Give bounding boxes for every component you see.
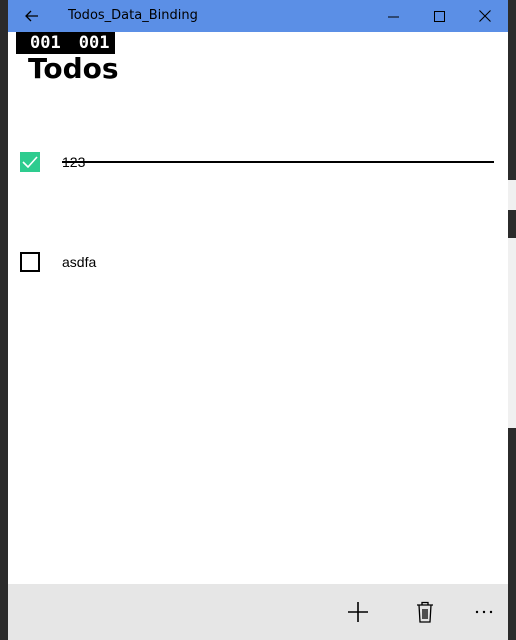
background-left-strip — [0, 0, 8, 640]
add-icon — [348, 602, 368, 622]
frame-rate-counter: 001 001 — [16, 32, 116, 54]
more-button[interactable] — [464, 592, 504, 632]
checkmark-icon — [22, 156, 38, 168]
strikethrough-line — [62, 161, 494, 163]
page-title: Todos — [28, 52, 119, 85]
maximize-icon — [433, 10, 445, 22]
minimize-icon — [387, 16, 399, 17]
window-title: Todos_Data_Binding — [68, 8, 198, 23]
todo-checkbox-checked[interactable] — [20, 152, 40, 172]
frame-counter-left: 001 — [30, 33, 61, 53]
delete-button[interactable] — [405, 592, 445, 632]
close-icon — [479, 10, 491, 22]
add-button[interactable] — [338, 592, 378, 632]
bg-panel-fragment — [508, 238, 516, 428]
minimize-button[interactable] — [370, 0, 416, 32]
frame-counter-right: 001 — [78, 33, 110, 53]
todo-item: asdfa — [8, 242, 508, 282]
todo-checkbox[interactable] — [20, 252, 40, 272]
bg-panel-fragment — [508, 180, 516, 210]
app-window: Todos_Data_Binding 001 001 Todos 123 asd… — [8, 0, 508, 640]
background-right-strip — [508, 0, 516, 640]
close-button[interactable] — [462, 0, 508, 32]
title-bar: Todos_Data_Binding — [8, 0, 508, 32]
delete-icon — [417, 601, 433, 623]
back-button[interactable] — [20, 4, 44, 28]
todo-item: 123 — [8, 142, 508, 182]
more-icon — [475, 610, 493, 614]
maximize-button[interactable] — [416, 0, 462, 32]
todo-text[interactable]: asdfa — [62, 242, 96, 282]
command-bar — [8, 584, 508, 640]
back-arrow-icon — [25, 10, 38, 22]
